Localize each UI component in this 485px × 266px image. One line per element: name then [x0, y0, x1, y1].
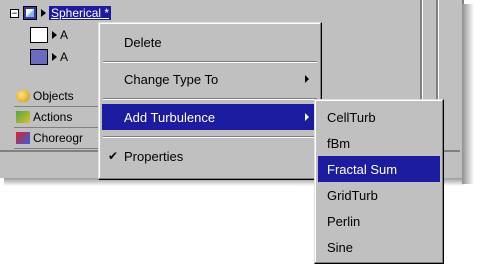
color-swatch-white[interactable] [30, 27, 48, 43]
collapse-icon[interactable]: − [10, 8, 19, 18]
menu-item-label: Properties [124, 148, 184, 164]
color-swatch-blue[interactable] [30, 49, 48, 65]
menu-item-change-type[interactable]: Change Type To [102, 66, 318, 92]
tab-label: Objects [33, 89, 74, 103]
objects-icon [16, 90, 30, 102]
play-arrow-icon[interactable] [52, 31, 57, 39]
submenu-arrow-icon [305, 75, 309, 83]
drop-shadow [462, 4, 474, 184]
tab-choreography[interactable]: Choreogr [14, 128, 106, 149]
submenu-item-label: CellTurb [327, 109, 376, 125]
submenu-item-label: Fractal Sum [327, 161, 398, 177]
panel-divider [420, 0, 423, 110]
turbulence-submenu: CellTurb fBm Fractal Sum GridTurb Perlin… [314, 99, 444, 264]
context-menu: Delete Change Type To Add Turbulence ✔ P… [98, 22, 322, 180]
tree-item-spherical[interactable]: Spherical * [49, 6, 112, 20]
submenu-item-fractal-sum[interactable]: Fractal Sum [318, 156, 440, 182]
tab-objects[interactable]: Objects [14, 86, 106, 107]
tree-row-spherical[interactable]: − Spherical * [10, 4, 112, 22]
panel-divider [436, 0, 439, 110]
submenu-item-perlin[interactable]: Perlin [318, 208, 440, 234]
play-arrow-icon[interactable] [41, 9, 46, 17]
menu-separator [103, 61, 317, 63]
tree-item-child-2[interactable]: A [60, 50, 68, 64]
tree-row-child-1[interactable]: A [30, 26, 68, 44]
category-tabs: Objects Actions Choreogr [14, 86, 106, 149]
menu-item-properties[interactable]: ✔ Properties [102, 143, 318, 169]
submenu-item-label: fBm [327, 135, 351, 151]
actions-icon [16, 111, 30, 123]
submenu-item-label: Perlin [327, 213, 361, 229]
tab-label: Actions [33, 110, 73, 124]
menu-item-add-turbulence[interactable]: Add Turbulence [102, 104, 318, 130]
tab-actions[interactable]: Actions [14, 107, 106, 128]
tree-item-child-1[interactable]: A [60, 28, 68, 42]
submenu-item-fbm[interactable]: fBm [318, 130, 440, 156]
submenu-item-sine[interactable]: Sine [318, 234, 440, 260]
choreography-icon [16, 132, 30, 144]
submenu-item-label: Sine [327, 239, 354, 255]
tree-row-child-2[interactable]: A [30, 48, 68, 66]
submenu-item-cellturb[interactable]: CellTurb [318, 104, 440, 130]
menu-item-label: Delete [124, 34, 162, 50]
menu-item-delete[interactable]: Delete [102, 29, 318, 55]
object-icon [23, 6, 37, 20]
menu-item-label: Add Turbulence [124, 109, 216, 125]
menu-separator [103, 98, 317, 100]
menu-separator [103, 136, 317, 138]
menu-item-label: Change Type To [124, 71, 219, 87]
checkmark-icon: ✔ [108, 149, 119, 163]
submenu-item-label: GridTurb [327, 187, 378, 203]
tab-label: Choreogr [33, 131, 84, 145]
submenu-arrow-icon [305, 113, 309, 121]
play-arrow-icon[interactable] [52, 53, 57, 61]
submenu-item-gridturb[interactable]: GridTurb [318, 182, 440, 208]
